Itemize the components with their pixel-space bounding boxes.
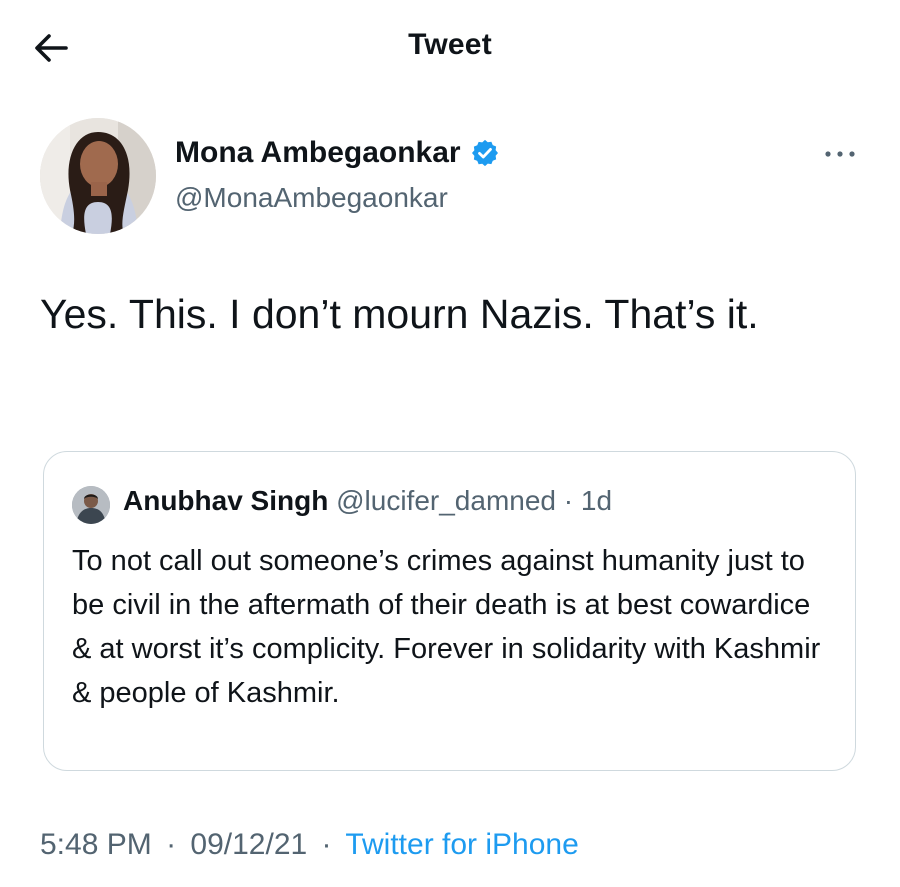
quoted-tweet-age: 1d bbox=[580, 485, 613, 516]
page-title: Tweet bbox=[408, 28, 492, 61]
quoted-author-handle: @lucifer_damned bbox=[336, 485, 556, 516]
tweet-date: 09/12/21 bbox=[190, 828, 308, 861]
quoted-tweet-card[interactable]: Anubhav Singh @lucifer_damned · 1d To no… bbox=[43, 451, 856, 771]
tweet-metadata: 5:48 PM · 09/12/21 · Twitter for iPhone bbox=[40, 828, 579, 862]
meta-separator: · bbox=[166, 828, 177, 861]
meta-separator: · bbox=[321, 828, 332, 861]
more-options-button[interactable] bbox=[820, 141, 860, 167]
quoted-separator: · bbox=[563, 485, 574, 516]
avatar-photo bbox=[40, 118, 156, 234]
top-bar: Tweet bbox=[0, 0, 900, 96]
tweet-source-link[interactable]: Twitter for iPhone bbox=[345, 828, 578, 861]
author-name[interactable]: Mona Ambegaonkar bbox=[175, 136, 500, 170]
quoted-avatar-photo bbox=[72, 486, 110, 524]
tweet-time: 5:48 PM bbox=[40, 828, 152, 861]
quoted-tweet-text: To not call out someone’s crimes against… bbox=[72, 545, 821, 709]
tweet-text: Yes. This. I don’t mourn Nazis. That’s i… bbox=[40, 291, 759, 337]
quoted-tweet-header: Anubhav Singh @lucifer_damned · 1d bbox=[123, 485, 612, 517]
author-name-text: Mona Ambegaonkar bbox=[175, 136, 461, 169]
author-handle[interactable]: @MonaAmbegaonkar bbox=[175, 182, 448, 214]
quoted-author-name: Anubhav Singh bbox=[123, 485, 329, 516]
more-horizontal-icon bbox=[825, 151, 855, 157]
author-avatar[interactable] bbox=[40, 118, 156, 234]
verified-badge-icon bbox=[471, 139, 498, 167]
quoted-author-avatar bbox=[72, 486, 110, 524]
